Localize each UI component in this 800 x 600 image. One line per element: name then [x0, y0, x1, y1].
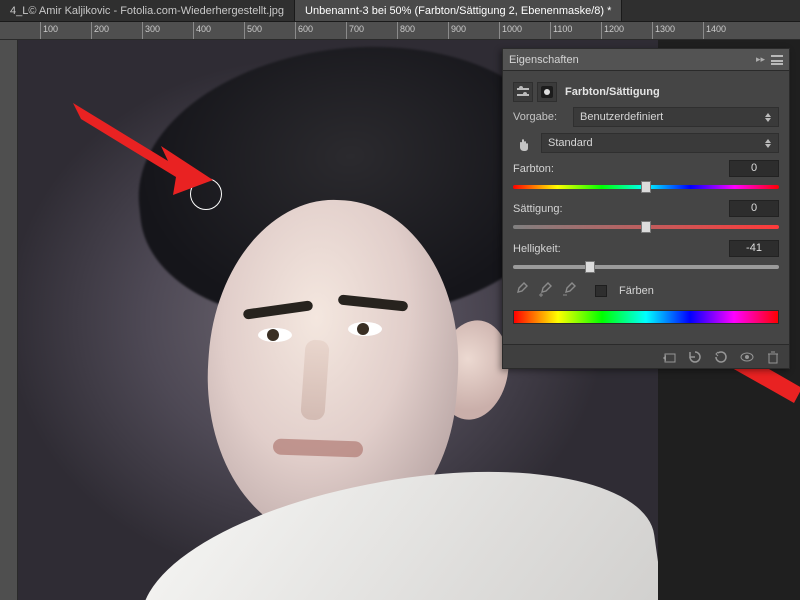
ruler-tick: 1400	[703, 22, 726, 39]
document-tabs: 4_L© Amir Kaljikovic - Fotolia.com-Wiede…	[0, 0, 800, 22]
layer-mask-icon[interactable]	[537, 82, 557, 102]
preset-value: Benutzerdefiniert	[580, 111, 663, 123]
targeted-adjust-icon[interactable]	[513, 132, 535, 154]
ruler-tick: 200	[91, 22, 109, 39]
hue-value-input[interactable]: 0	[729, 160, 779, 177]
ruler-tick: 100	[40, 22, 58, 39]
collapse-icon[interactable]: ▸▸	[756, 54, 765, 65]
visibility-icon[interactable]	[739, 350, 755, 364]
ruler-tick: 400	[193, 22, 211, 39]
preset-select[interactable]: Benutzerdefiniert	[573, 107, 779, 127]
previous-state-icon[interactable]	[687, 350, 703, 364]
lightness-slider[interactable]	[513, 260, 779, 274]
adjustment-title: Farbton/Sättigung	[565, 86, 660, 98]
ruler-tick: 300	[142, 22, 160, 39]
saturation-label: Sättigung:	[513, 203, 563, 215]
ruler-tick: 800	[397, 22, 415, 39]
spectrum-bar	[513, 310, 779, 324]
ruler-tick: 900	[448, 22, 466, 39]
ruler-tick: 1200	[601, 22, 624, 39]
properties-header[interactable]: Eigenschaften ▸▸	[503, 49, 789, 71]
hue-slider[interactable]	[513, 180, 779, 194]
reset-icon[interactable]	[713, 350, 729, 364]
colorize-label: Färben	[619, 285, 654, 297]
saturation-value-input[interactable]: 0	[729, 200, 779, 217]
properties-header-label: Eigenschaften	[509, 54, 579, 66]
annotation-arrow-icon	[73, 88, 223, 208]
ruler-tick: 1000	[499, 22, 522, 39]
tab-inactive[interactable]: 4_L© Amir Kaljikovic - Fotolia.com-Wiede…	[0, 0, 295, 21]
adjustments-icon[interactable]	[513, 82, 533, 102]
lightness-value-input[interactable]: -41	[729, 240, 779, 257]
ruler-vertical	[0, 40, 18, 600]
ruler-tick: 700	[346, 22, 364, 39]
eyedropper-add-icon[interactable]	[537, 282, 555, 300]
ruler-tick: 600	[295, 22, 313, 39]
ruler-tick: 1100	[550, 22, 572, 39]
colorize-checkbox[interactable]	[595, 285, 607, 297]
preset-label: Vorgabe:	[513, 111, 573, 123]
eyedropper-subtract-icon[interactable]	[561, 282, 579, 300]
trash-icon[interactable]	[765, 350, 781, 364]
tab-active[interactable]: Unbenannt-3 bei 50% (Farbton/Sättigung 2…	[295, 0, 622, 21]
ruler-horizontal: 100 200 300 400 500 600 700 800 900 1000 1100 1200 1…	[0, 22, 800, 40]
panel-menu-icon[interactable]	[771, 55, 783, 65]
panel-footer	[503, 344, 789, 368]
color-range-select[interactable]: Standard	[541, 133, 779, 153]
properties-panel: Eigenschaften ▸▸ Farbton/Sättigung Vorga…	[502, 48, 790, 369]
ruler-tick: 500	[244, 22, 262, 39]
hue-label: Farbton:	[513, 163, 554, 175]
clip-to-layer-icon[interactable]	[661, 350, 677, 364]
color-range-value: Standard	[548, 137, 593, 149]
lightness-label: Helligkeit:	[513, 243, 561, 255]
ruler-tick: 1300	[652, 22, 675, 39]
saturation-slider[interactable]	[513, 220, 779, 234]
eyedropper-icon[interactable]	[513, 282, 531, 300]
